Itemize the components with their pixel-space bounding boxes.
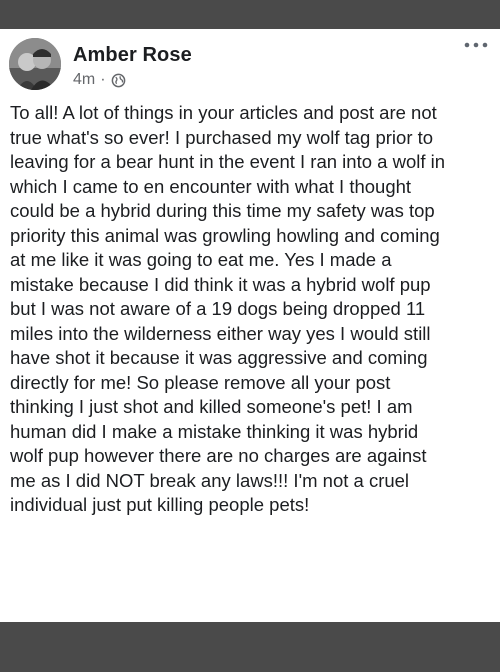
meta-separator: · [100,71,106,88]
bottom-frame-bar [0,622,500,672]
post-body-text: To all! A lot of things in your articles… [10,102,446,515]
globe-icon [111,73,125,87]
more-options-icon[interactable] [462,36,490,54]
post-meta: 4m · [73,71,126,89]
top-frame-bar [0,0,500,29]
avatar[interactable] [9,38,61,90]
profile-photo [9,38,61,90]
post-timestamp[interactable]: 4m [73,71,95,89]
post-author-name[interactable]: Amber Rose [73,44,192,67]
